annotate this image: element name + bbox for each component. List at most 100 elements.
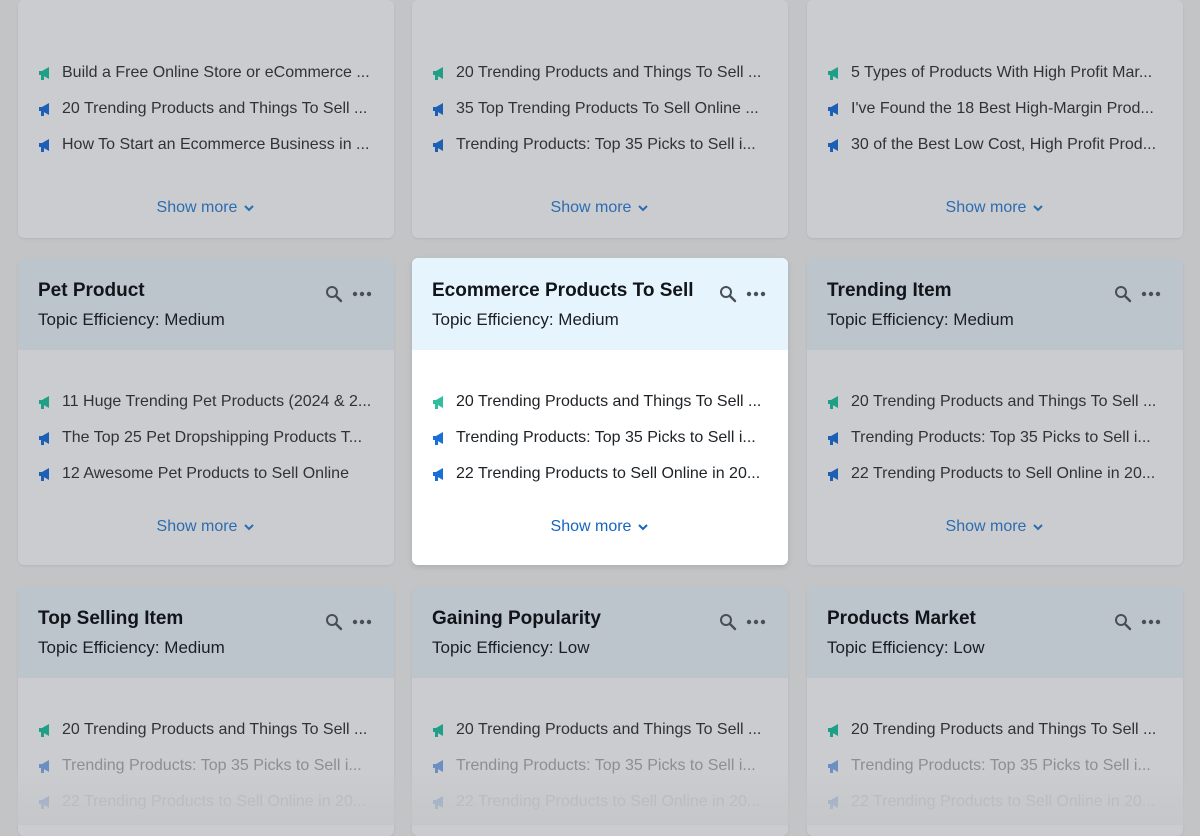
topic-link[interactable]: I've Found the 18 Best High-Margin Prod.…	[827, 91, 1163, 127]
topic-link[interactable]: Trending Products: Top 35 Picks to Sell …	[432, 127, 768, 163]
show-more-button[interactable]: Show more	[18, 199, 394, 217]
topic-cards-grid: Build a Free Online Store or eCommerce .…	[0, 0, 1200, 836]
topic-link[interactable]: 12 Awesome Pet Products to Sell Online	[38, 456, 374, 492]
search-icon[interactable]	[324, 284, 344, 304]
show-more-button[interactable]: Show more	[412, 199, 788, 217]
megaphone-icon	[39, 396, 49, 409]
show-more-label: Show more	[945, 518, 1027, 535]
megaphone-icon	[828, 724, 838, 737]
topic-card: Gaining Popularity Topic Efficiency: Low…	[412, 586, 788, 836]
topic-link-text: 35 Top Trending Products To Sell Online …	[456, 100, 759, 117]
more-dots-icon[interactable]	[746, 284, 766, 304]
topic-link[interactable]: 22 Trending Products to Sell Online in 2…	[38, 784, 374, 820]
topic-link[interactable]: 20 Trending Products and Things To Sell …	[38, 712, 374, 748]
megaphone-icon	[39, 796, 49, 809]
megaphone-icon	[39, 67, 49, 80]
more-dots-icon[interactable]	[1141, 284, 1161, 304]
topic-link[interactable]: 5 Types of Products With High Profit Mar…	[827, 55, 1163, 91]
topic-link-text: 11 Huge Trending Pet Products (2024 & 2.…	[62, 393, 372, 410]
topic-card: 5 Types of Products With High Profit Mar…	[807, 0, 1183, 238]
topic-card: Build a Free Online Store or eCommerce .…	[18, 0, 394, 238]
topic-link[interactable]: 20 Trending Products and Things To Sell …	[38, 91, 374, 127]
topic-link[interactable]: Trending Products: Top 35 Picks to Sell …	[38, 748, 374, 784]
show-more-button[interactable]: Show more	[412, 518, 788, 536]
topic-title: Trending Item	[827, 280, 952, 301]
megaphone-icon	[433, 724, 443, 737]
topic-link-text: 20 Trending Products and Things To Sell …	[62, 721, 368, 738]
show-more-label: Show more	[550, 518, 632, 535]
topic-link[interactable]: How To Start an Ecommerce Business in ..…	[38, 127, 374, 163]
more-dots-icon[interactable]	[746, 612, 766, 632]
show-more-button[interactable]: Show more	[18, 518, 394, 536]
megaphone-icon	[828, 103, 838, 116]
topic-link-text: 22 Trending Products to Sell Online in 2…	[456, 465, 761, 482]
topic-title: Products Market	[827, 608, 976, 629]
topic-link-text: 22 Trending Products to Sell Online in 2…	[456, 793, 761, 810]
topic-card-header: Top Selling Item Topic Efficiency: Mediu…	[18, 586, 394, 678]
topic-link-text: 30 of the Best Low Cost, High Profit Pro…	[851, 136, 1157, 153]
megaphone-icon	[39, 760, 49, 773]
more-dots-icon[interactable]	[352, 284, 372, 304]
topic-link[interactable]: 22 Trending Products to Sell Online in 2…	[827, 456, 1163, 492]
topic-link[interactable]: 22 Trending Products to Sell Online in 2…	[432, 456, 768, 492]
topic-link[interactable]: Trending Products: Top 35 Picks to Sell …	[432, 748, 768, 784]
topic-efficiency: Topic Efficiency: Medium	[432, 310, 619, 329]
topic-link[interactable]: 22 Trending Products to Sell Online in 2…	[827, 784, 1163, 820]
topic-link[interactable]: Trending Products: Top 35 Picks to Sell …	[432, 420, 768, 456]
megaphone-icon	[433, 139, 443, 152]
topic-link[interactable]: 11 Huge Trending Pet Products (2024 & 2.…	[38, 384, 374, 420]
search-icon[interactable]	[324, 612, 344, 632]
topic-link[interactable]: Trending Products: Top 35 Picks to Sell …	[827, 420, 1163, 456]
topic-card: Trending Item Topic Efficiency: Medium 2…	[807, 258, 1183, 565]
megaphone-icon	[828, 760, 838, 773]
topic-efficiency: Topic Efficiency: Low	[432, 638, 590, 657]
show-more-button[interactable]: Show more	[807, 518, 1183, 536]
chevron-down-icon	[244, 524, 255, 531]
topic-link[interactable]: 20 Trending Products and Things To Sell …	[432, 55, 768, 91]
megaphone-icon	[39, 139, 49, 152]
more-dots-icon[interactable]	[1141, 612, 1161, 632]
topic-card-header: Pet Product Topic Efficiency: Medium	[18, 258, 394, 350]
topic-link-text: Trending Products: Top 35 Picks to Sell …	[456, 429, 756, 446]
topic-link[interactable]: The Top 25 Pet Dropshipping Products T..…	[38, 420, 374, 456]
topic-link-text: Trending Products: Top 35 Picks to Sell …	[62, 757, 362, 774]
topic-link-text: 22 Trending Products to Sell Online in 2…	[62, 793, 367, 810]
megaphone-icon	[39, 103, 49, 116]
megaphone-icon	[828, 468, 838, 481]
megaphone-icon	[433, 67, 443, 80]
more-dots-icon[interactable]	[352, 612, 372, 632]
topic-efficiency: Topic Efficiency: Low	[827, 638, 985, 657]
chevron-down-icon	[244, 205, 255, 212]
topic-link-text: 20 Trending Products and Things To Sell …	[851, 393, 1157, 410]
show-more-button[interactable]: Show more	[807, 199, 1183, 217]
topic-efficiency: Topic Efficiency: Medium	[38, 638, 225, 657]
search-icon[interactable]	[718, 284, 738, 304]
topic-link-text: I've Found the 18 Best High-Margin Prod.…	[851, 100, 1154, 117]
search-icon[interactable]	[1113, 284, 1133, 304]
show-more-label: Show more	[156, 199, 238, 216]
topic-card-header: Products Market Topic Efficiency: Low	[807, 586, 1183, 678]
topic-link[interactable]: 20 Trending Products and Things To Sell …	[432, 712, 768, 748]
search-icon[interactable]	[1113, 612, 1133, 632]
topic-card-header: Trending Item Topic Efficiency: Medium	[807, 258, 1183, 350]
topic-link[interactable]: Build a Free Online Store or eCommerce .…	[38, 55, 374, 91]
chevron-down-icon	[638, 524, 649, 531]
megaphone-icon	[828, 67, 838, 80]
topic-link[interactable]: Trending Products: Top 35 Picks to Sell …	[827, 748, 1163, 784]
topic-link-text: 12 Awesome Pet Products to Sell Online	[62, 465, 349, 482]
megaphone-icon	[433, 103, 443, 116]
topic-link[interactable]: 35 Top Trending Products To Sell Online …	[432, 91, 768, 127]
search-icon[interactable]	[718, 612, 738, 632]
topic-link[interactable]: 20 Trending Products and Things To Sell …	[827, 384, 1163, 420]
topic-link-text: 20 Trending Products and Things To Sell …	[456, 393, 762, 410]
topic-link[interactable]: 22 Trending Products to Sell Online in 2…	[432, 784, 768, 820]
topic-link[interactable]: 20 Trending Products and Things To Sell …	[827, 712, 1163, 748]
topic-title: Ecommerce Products To Sell	[432, 280, 694, 301]
topic-title: Gaining Popularity	[432, 608, 601, 629]
topic-link[interactable]: 20 Trending Products and Things To Sell …	[432, 384, 768, 420]
megaphone-icon	[433, 396, 443, 409]
topic-link-text: 22 Trending Products to Sell Online in 2…	[851, 793, 1156, 810]
megaphone-icon	[39, 432, 49, 445]
megaphone-icon	[433, 760, 443, 773]
topic-link[interactable]: 30 of the Best Low Cost, High Profit Pro…	[827, 127, 1163, 163]
